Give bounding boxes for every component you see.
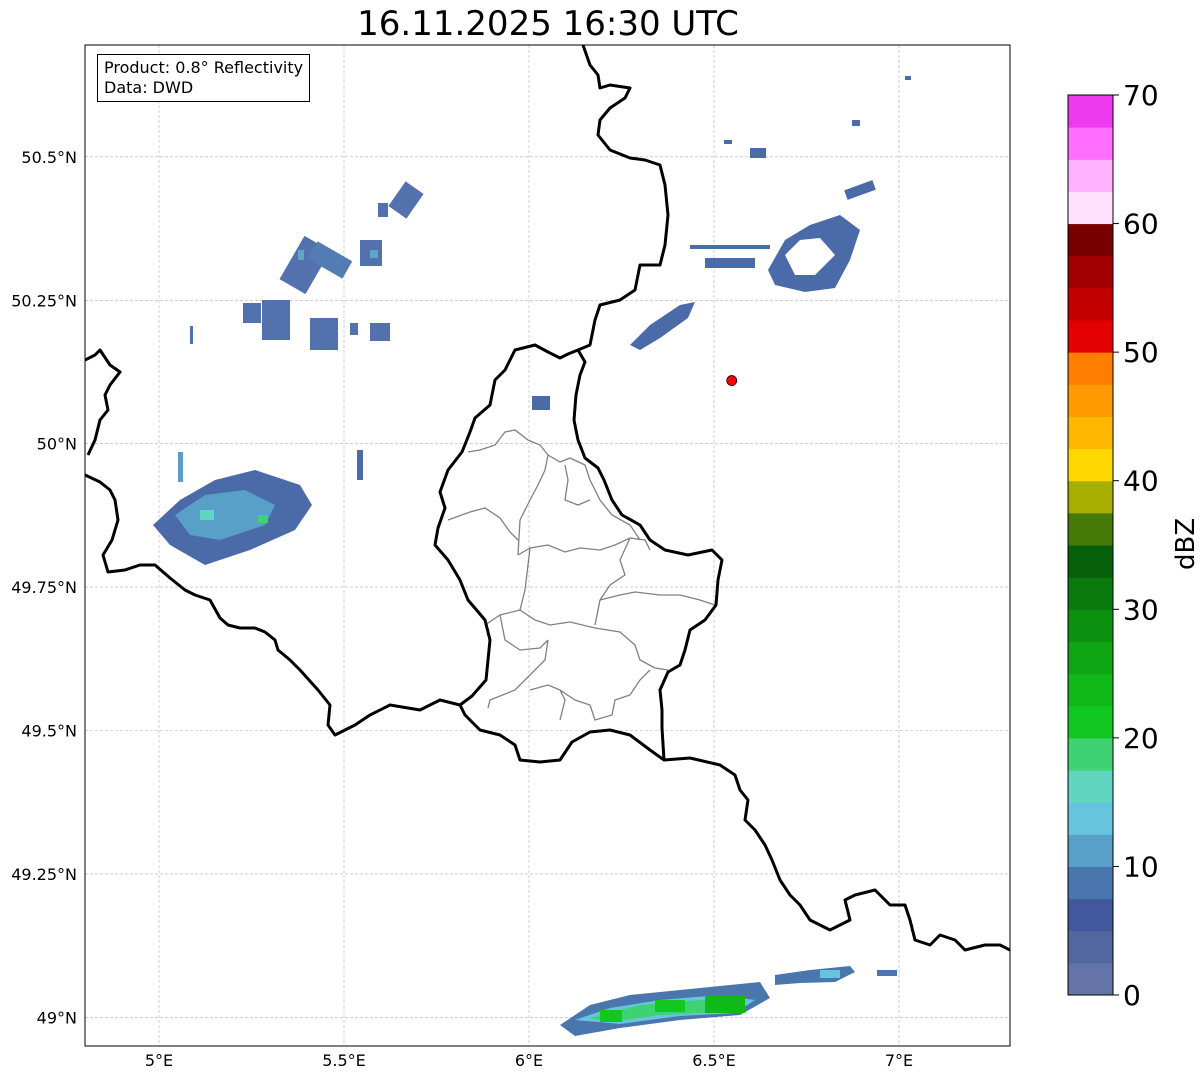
colorbar-segment xyxy=(1068,448,1113,482)
colorbar-tick-label: 70 xyxy=(1123,80,1159,112)
x-tick-label: 7°E xyxy=(885,1051,913,1070)
colorbar-segment xyxy=(1068,898,1113,932)
colorbar-segment xyxy=(1068,287,1113,321)
radar-site-marker xyxy=(726,375,738,386)
colorbar-segment xyxy=(1068,770,1113,803)
colorbar-tick-label: 0 xyxy=(1123,979,1141,1012)
colorbar-segment xyxy=(1068,834,1113,867)
x-axis-ticks: 5°E 5.5°E 6°E 6.5°E 7°E xyxy=(145,1051,913,1070)
colorbar-segment xyxy=(1068,512,1113,546)
product-info-box: Product: 0.8° Reflectivity Data: DWD xyxy=(97,54,311,102)
radar-map: 5°E 5.5°E 6°E 6.5°E 7°E 49°N 49.25°N 49.5°N 49.… xyxy=(11,44,1011,1070)
colorbar-segment xyxy=(1068,673,1113,707)
colorbar-segment xyxy=(1068,191,1113,225)
colorbar-segment xyxy=(1068,609,1113,642)
y-axis-ticks: 49°N 49.25°N 49.5°N 49.75°N 50°N 50.25°N 50.5°… xyxy=(11,148,77,1027)
x-tick-label: 6°E xyxy=(515,1051,543,1070)
colorbar-tick-label: 60 xyxy=(1123,208,1159,241)
colorbar-segment xyxy=(1068,545,1113,578)
colorbar-segment xyxy=(1068,737,1113,771)
x-tick-label: 6.5°E xyxy=(692,1051,736,1070)
colorbar-segment xyxy=(1068,866,1113,900)
y-tick-label: 49.75°N xyxy=(11,578,77,597)
data-source-label: Data: DWD xyxy=(104,78,194,97)
colorbar-tick-label: 30 xyxy=(1123,593,1159,626)
colorbar-tick-label: 20 xyxy=(1123,722,1159,755)
colorbar-segment xyxy=(1068,159,1113,192)
colorbar-segment xyxy=(1068,705,1113,739)
product-label: Product: 0.8° Reflectivity xyxy=(104,58,304,77)
colorbar-segment xyxy=(1068,802,1113,835)
x-tick-label: 5°E xyxy=(145,1051,173,1070)
colorbar-segment xyxy=(1068,352,1113,385)
colorbar-ticks: 0 10 20 30 40 50 60 70 xyxy=(1113,80,1159,1012)
y-tick-label: 49.25°N xyxy=(11,865,77,884)
colorbar-segments xyxy=(1068,95,1113,996)
colorbar-segment xyxy=(1068,577,1113,610)
colorbar-segment xyxy=(1068,223,1113,257)
colorbar-segment xyxy=(1068,962,1113,996)
colorbar-segment xyxy=(1068,930,1113,964)
colorbar-segment xyxy=(1068,641,1113,675)
colorbar-segment xyxy=(1068,320,1113,353)
colorbar-segment xyxy=(1068,95,1113,128)
colorbar-tick-label: 40 xyxy=(1123,465,1159,498)
colorbar-segment xyxy=(1068,416,1113,450)
colorbar-segment xyxy=(1068,384,1113,417)
y-tick-label: 50.25°N xyxy=(11,291,77,310)
colorbar-tick-label: 50 xyxy=(1123,336,1159,369)
colorbar-segment xyxy=(1068,255,1113,289)
colorbar-tick-label: 10 xyxy=(1123,850,1159,883)
colorbar-segment xyxy=(1068,127,1113,160)
colorbar-label: dBZ xyxy=(1171,517,1201,570)
y-tick-label: 49.5°N xyxy=(21,721,77,740)
x-tick-label: 5.5°E xyxy=(322,1051,366,1070)
y-tick-label: 49°N xyxy=(37,1008,77,1027)
colorbar-segment xyxy=(1068,480,1113,514)
y-tick-label: 50.5°N xyxy=(21,148,77,167)
y-tick-label: 50°N xyxy=(37,435,77,454)
